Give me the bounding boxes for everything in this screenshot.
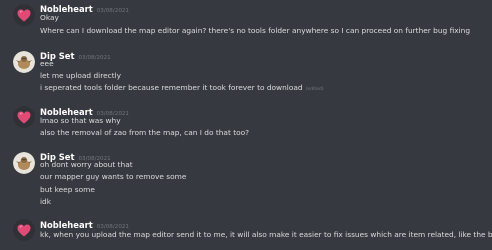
message-text: also the removal of zao from the map, ca… <box>40 128 250 137</box>
pink-heart-avatar[interactable] <box>13 219 35 241</box>
message-text: i seperated tools folder because remembe… <box>40 82 324 95</box>
message-text: eee <box>40 59 54 68</box>
message-timestamp: 03/08/2021 <box>96 8 129 14</box>
message-text: lmao so that was why <box>40 116 121 125</box>
message-timestamp: 03/08/2021 <box>78 55 111 61</box>
message-text: idk <box>40 197 52 206</box>
message-text-content: i seperated tools folder because remembe… <box>40 83 303 92</box>
bird-avatar[interactable] <box>13 152 35 174</box>
edited-marker: (edited) <box>305 87 324 92</box>
pink-heart-avatar[interactable] <box>13 4 35 26</box>
message-text: Okay <box>40 13 59 22</box>
pink-heart-avatar[interactable] <box>13 106 35 128</box>
bird-avatar[interactable] <box>13 51 35 73</box>
message-text: oh dont worry about that <box>40 160 133 169</box>
message-text: Where can I download the map editor agai… <box>40 26 471 35</box>
message-text: but keep some <box>40 185 95 194</box>
chat-message-list: Nobleheart 03/08/2021 Okay Where can I do… <box>0 0 492 250</box>
message-text: let me upload directly <box>40 71 122 80</box>
message-text: our mapper guy wants to remove some <box>40 172 187 181</box>
message-text: kk, when you upload the map editor send … <box>40 230 492 239</box>
